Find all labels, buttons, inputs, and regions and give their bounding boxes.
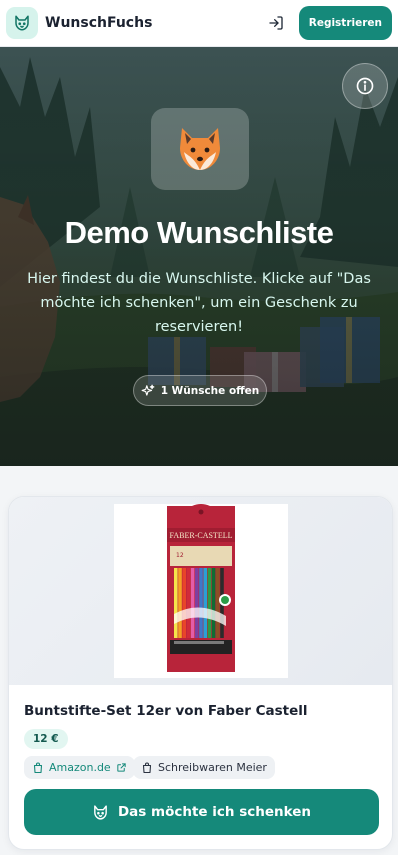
shopping-bag-icon xyxy=(142,762,152,773)
svg-text:12: 12 xyxy=(176,552,184,559)
package-brand-text: FABER-CASTELL xyxy=(170,531,233,540)
open-wishes-label: 1 Wünsche offen xyxy=(160,384,260,397)
shop-link-label: Amazon.de xyxy=(49,761,111,774)
gift-reserve-button[interactable]: Das möchte ich schenken xyxy=(24,789,379,835)
open-wishes-badge: 1 Wünsche offen xyxy=(133,375,267,406)
app-name[interactable]: WunschFuchs xyxy=(45,15,152,31)
shopping-bag-icon xyxy=(33,762,43,773)
register-button[interactable]: Registrieren xyxy=(298,6,392,40)
store-tag: Schreibwaren Meier xyxy=(133,756,275,779)
product-title[interactable]: Buntstifte-Set 12er von Faber Castell xyxy=(24,703,308,719)
hero-banner: Demo Wunschliste Hier findest du die Wun… xyxy=(0,47,398,466)
product-image-area: FABER-CASTELL 12 xyxy=(9,497,392,685)
fox-emoji-box xyxy=(151,108,249,190)
external-link-icon xyxy=(117,763,126,772)
page-subtitle: Hier findest du die Wunschliste. Klicke … xyxy=(27,271,371,335)
top-bar: WunschFuchs Registrieren xyxy=(0,0,398,47)
fox-logo-icon[interactable] xyxy=(6,7,38,39)
gift-button-label: Das möchte ich schenken xyxy=(117,804,312,820)
page-title: Demo Wunschliste xyxy=(64,215,334,250)
price-badge: 12 € xyxy=(24,729,68,749)
fox-emoji-icon xyxy=(180,128,220,170)
info-icon[interactable] xyxy=(342,63,388,109)
shop-link[interactable]: Amazon.de xyxy=(24,756,135,779)
product-image[interactable]: FABER-CASTELL 12 xyxy=(114,504,288,678)
wish-card: FABER-CASTELL 12 Buntstifte-Set 12er von… xyxy=(8,496,393,850)
login-icon[interactable] xyxy=(260,7,292,39)
fox-icon xyxy=(94,804,107,820)
sparkles-icon xyxy=(141,384,155,396)
store-tag-label: Schreibwaren Meier xyxy=(158,761,267,774)
